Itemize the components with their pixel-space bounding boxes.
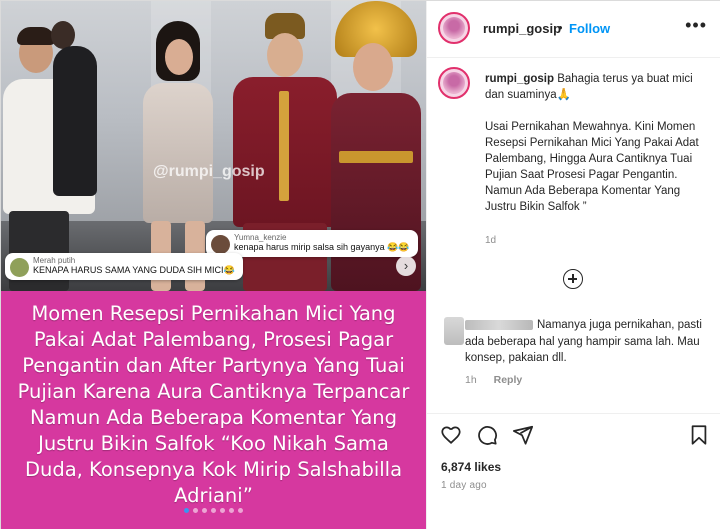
more-options-icon[interactable]: •••	[685, 15, 707, 36]
overlay-comment-text: KENAPA HARUS SAMA YANG DUDA SIH MICI😂	[33, 265, 235, 275]
blurred-username	[465, 319, 533, 330]
commenter-avatar	[211, 235, 230, 254]
follow-button[interactable]: Follow	[569, 21, 610, 36]
commenter-avatar	[10, 258, 29, 277]
post-sidebar: rumpi_gosip • Follow ••• rumpi_gosip Bah…	[426, 1, 720, 529]
post-header: rumpi_gosip • Follow •••	[427, 1, 720, 58]
post-media[interactable]: @rumpi_gosip Yumna_kenzie kenapa harus m…	[1, 1, 426, 529]
comment-time: 1h	[465, 374, 477, 386]
carousel-dot[interactable]	[220, 508, 225, 513]
instagram-post-window: @rumpi_gosip Yumna_kenzie kenapa harus m…	[0, 0, 720, 529]
overlay-comment-name: Merah putih	[33, 256, 76, 265]
caption-username[interactable]: rumpi_gosip	[485, 73, 554, 85]
next-slide-button[interactable]: ›	[396, 256, 416, 276]
caption-body: Usai Pernikahan Mewahnya. Kini Momen Res…	[485, 121, 699, 213]
comment-text: Namanya juga pernikahan, pasti ada beber…	[465, 317, 715, 367]
share-icon[interactable]	[512, 424, 534, 446]
load-more-comments-icon[interactable]	[563, 269, 583, 289]
caption-text: rumpi_gosip Bahagia terus ya buat mici d…	[485, 71, 710, 215]
likes-count[interactable]: 6,874 likes	[441, 460, 501, 474]
carousel-dot[interactable]	[202, 508, 207, 513]
profile-avatar[interactable]	[438, 12, 470, 44]
carousel-dot[interactable]	[193, 508, 198, 513]
action-icons	[440, 424, 712, 446]
caption-avatar[interactable]	[438, 67, 470, 99]
heart-icon[interactable]	[440, 424, 462, 446]
carousel-dot[interactable]	[238, 508, 243, 513]
header-username[interactable]: rumpi_gosip	[483, 21, 561, 36]
carousel-dot[interactable]	[211, 508, 216, 513]
post-date: 1 day ago	[441, 480, 487, 491]
watermark-text: @rumpi_gosip	[153, 163, 265, 180]
bookmark-icon[interactable]	[688, 424, 710, 446]
post-actions: 6,874 likes 1 day ago	[427, 413, 720, 529]
carousel-dot[interactable]	[184, 508, 189, 513]
overlay-comment-name: Yumna_kenzie	[234, 233, 287, 242]
caption-time: 1d	[485, 235, 497, 246]
overlay-comment: Merah putih KENAPA HARUS SAMA YANG DUDA …	[5, 253, 243, 280]
wedding-photo: @rumpi_gosip Yumna_kenzie kenapa harus m…	[1, 1, 426, 291]
comment-meta: 1h Reply	[465, 374, 536, 386]
overlay-comment-text: kenapa harus mirip salsa sih gayanya 😂😂	[234, 242, 410, 252]
carousel-dots	[1, 500, 426, 518]
comment-icon[interactable]	[476, 424, 498, 446]
headline-text: Momen Resepsi Pernikahan Mici Yang Pakai…	[17, 302, 410, 507]
commenter-avatar-blurred[interactable]	[444, 317, 464, 345]
separator-dot: •	[558, 20, 563, 35]
reply-button[interactable]: Reply	[494, 374, 523, 386]
carousel-dot[interactable]	[229, 508, 234, 513]
